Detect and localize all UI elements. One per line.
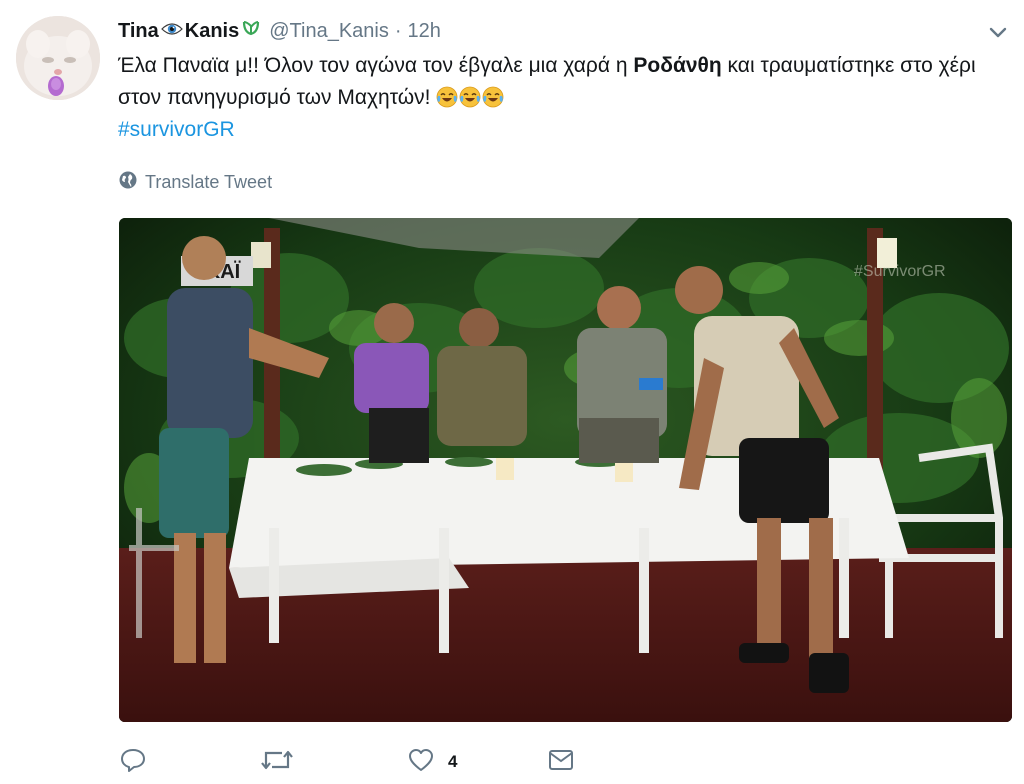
like-count: 4 xyxy=(448,752,458,771)
avatar[interactable] xyxy=(16,16,100,100)
author-last-name: Kanis xyxy=(184,19,240,42)
retweet-icon xyxy=(260,747,294,778)
tweet-header: Tina Kanis @Tina_Kanis · 12h xyxy=(118,16,441,46)
retweet-button[interactable] xyxy=(260,744,294,780)
seedling-icon xyxy=(241,18,261,44)
envelope-icon xyxy=(548,748,574,777)
reply-icon xyxy=(120,747,146,778)
translate-tweet-button[interactable]: Translate Tweet xyxy=(118,170,272,195)
direct-message-button[interactable] xyxy=(548,744,574,780)
tears-of-joy-emoji-icon xyxy=(482,86,504,108)
tweet-text-bold: Ροδάνθη xyxy=(633,54,722,77)
tweet-text-part1: Έλα Παναϊα μ!! Όλον τον αγώνα τον έβγαλε… xyxy=(118,54,634,77)
globe-icon xyxy=(118,170,145,195)
author-handle[interactable]: @Tina_Kanis xyxy=(269,20,389,43)
tweet-timestamp[interactable]: 12h xyxy=(408,20,441,43)
translate-label: Translate Tweet xyxy=(145,172,273,192)
tweet-media-image[interactable]: ΣΚΑΪ #SurvivorGR xyxy=(119,218,1012,722)
eye-emoji-icon xyxy=(160,20,183,43)
show-watermark: #SurvivorGR xyxy=(854,263,946,280)
author-name[interactable]: Tina Kanis xyxy=(118,18,261,44)
chevron-down-icon[interactable] xyxy=(986,20,1010,44)
separator-dot: · xyxy=(394,19,402,42)
heart-icon xyxy=(408,748,434,777)
tears-of-joy-emoji-icon xyxy=(459,86,481,108)
author-first-name: Tina xyxy=(118,19,159,42)
tears-of-joy-emoji-icon xyxy=(436,86,458,108)
like-button[interactable]: 4 xyxy=(408,744,457,780)
reply-button[interactable] xyxy=(120,744,146,780)
tweet-actions: 4 xyxy=(118,744,998,780)
hashtag-link[interactable]: #survivorGR xyxy=(118,118,235,141)
tweet-text: Έλα Παναϊα μ!! Όλον τον αγώνα τον έβγαλε… xyxy=(118,50,998,146)
